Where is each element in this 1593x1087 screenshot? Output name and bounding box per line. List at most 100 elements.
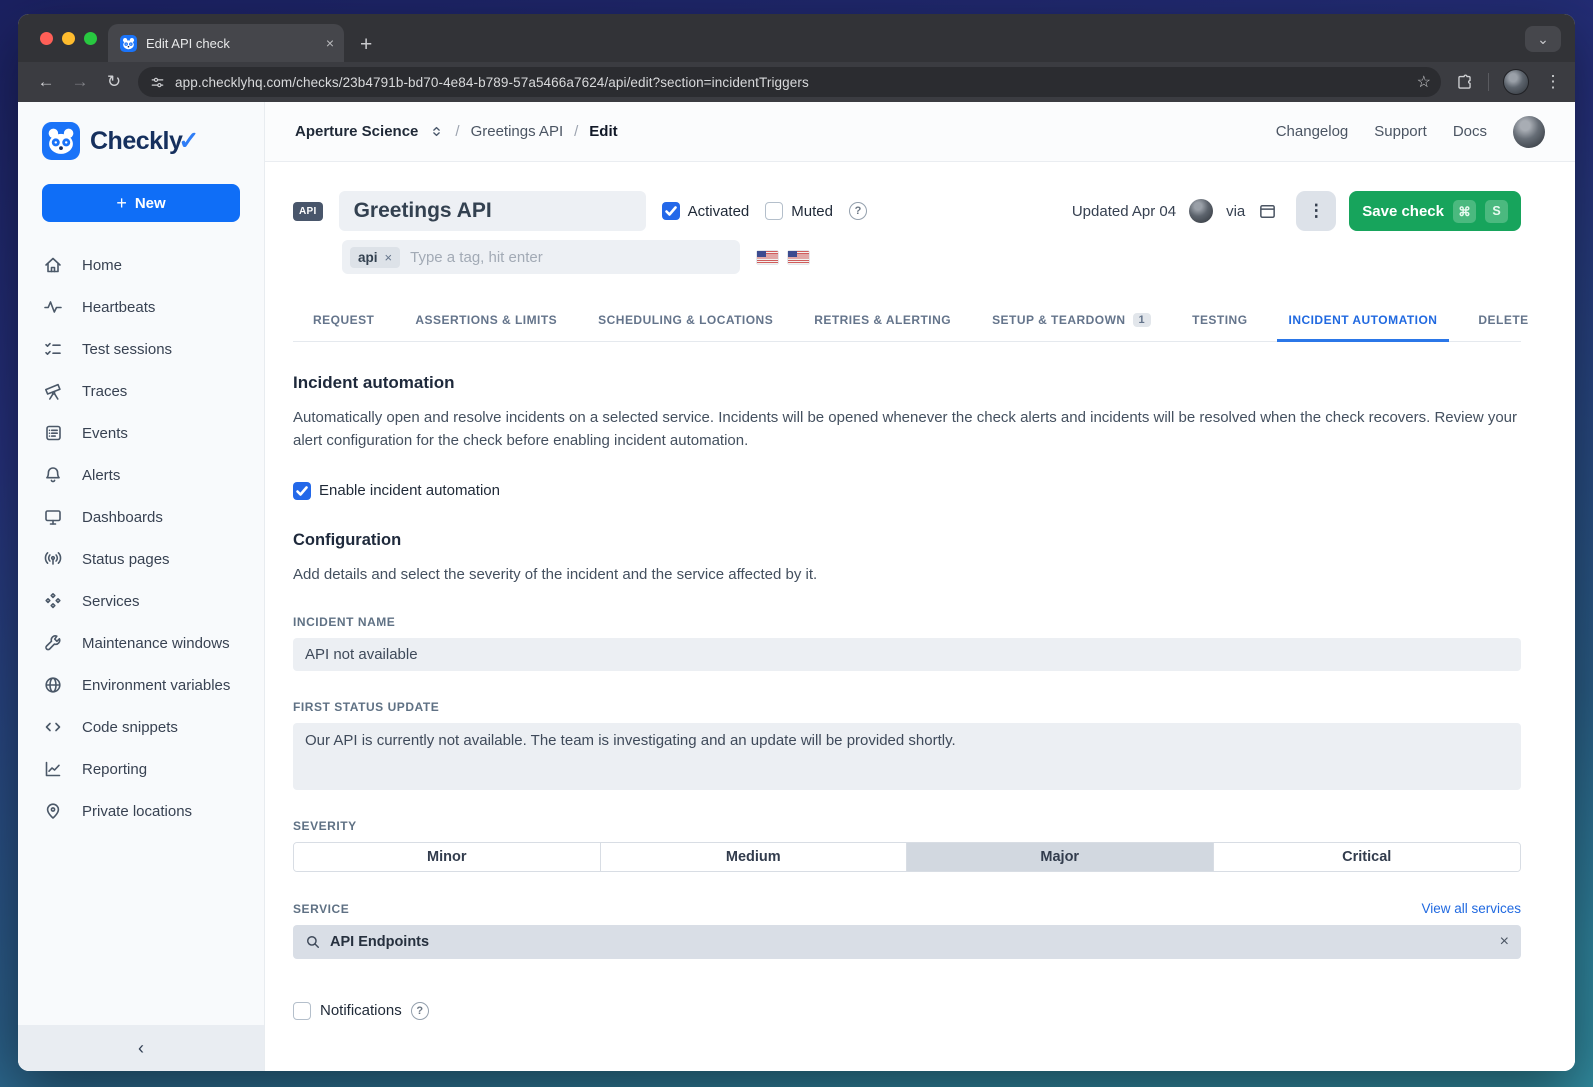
tab-delete[interactable]: DELETE — [1478, 303, 1528, 341]
sidebar-item-environment-variables[interactable]: Environment variables — [18, 664, 264, 706]
brand-check-icon: ✓ — [178, 127, 198, 155]
window-controls — [40, 32, 97, 45]
tab-setup-teardown[interactable]: SETUP & TEARDOWN 1 — [992, 303, 1151, 341]
close-window-button[interactable] — [40, 32, 53, 45]
tab-title: Edit API check — [146, 36, 317, 51]
sidebar-item-events[interactable]: Events — [18, 412, 264, 454]
sidebar-item-home[interactable]: Home — [18, 244, 264, 286]
broadcast-icon — [43, 549, 63, 569]
check-type-badge: API — [293, 202, 323, 221]
notifications-row[interactable]: Notifications ? — [293, 1002, 1521, 1020]
severity-option-medium[interactable]: Medium — [601, 843, 908, 871]
s-key-badge: S — [1485, 200, 1508, 223]
breadcrumb-account[interactable]: Aperture Science — [295, 123, 418, 140]
notifications-help-icon[interactable]: ? — [411, 1002, 429, 1020]
tab-retries-alerting[interactable]: RETRIES & ALERTING — [814, 303, 951, 341]
muted-help-icon[interactable]: ? — [849, 202, 867, 220]
site-settings-icon[interactable] — [150, 75, 165, 90]
us-flag-icon — [788, 251, 809, 264]
tag-input-box[interactable]: api × — [342, 240, 740, 274]
save-check-button[interactable]: Save check ⌘ S — [1349, 191, 1521, 231]
breadcrumb-check[interactable]: Greetings API — [471, 123, 564, 140]
forward-icon[interactable]: → — [70, 72, 90, 92]
sidebar-item-traces[interactable]: Traces — [18, 370, 264, 412]
via-browser-icon — [1258, 202, 1277, 221]
clear-service-icon[interactable]: × — [1500, 933, 1509, 951]
checklist-icon — [43, 339, 63, 359]
reload-icon[interactable]: ↻ — [104, 72, 124, 92]
url-text[interactable]: app.checklyhq.com/checks/23b4791b-bd70-4… — [175, 75, 1407, 90]
tab-request[interactable]: REQUEST — [313, 303, 374, 341]
cmd-key-badge: ⌘ — [1453, 200, 1476, 223]
severity-label: SEVERITY — [293, 819, 1521, 833]
extensions-puzzle-icon[interactable] — [1455, 73, 1474, 92]
sidebar-item-private-locations[interactable]: Private locations — [18, 790, 264, 832]
enable-incident-automation-checkbox[interactable] — [293, 482, 311, 500]
breadcrumb: Aperture Science / Greetings API / Edit — [295, 123, 618, 140]
incident-name-input[interactable] — [293, 638, 1521, 671]
monitor-icon — [43, 507, 63, 527]
minimize-window-button[interactable] — [62, 32, 75, 45]
muted-checkbox[interactable] — [765, 202, 783, 220]
tag-input[interactable] — [410, 249, 732, 266]
activated-checkbox-row[interactable]: Activated — [662, 202, 750, 220]
browser-menu-kebab-icon[interactable]: ⋮ — [1543, 72, 1563, 92]
location-pin-icon — [43, 801, 63, 821]
sidebar: Checkly✓ + New Home Heartbeats Test sess… — [18, 102, 265, 1071]
severity-option-critical[interactable]: Critical — [1214, 843, 1521, 871]
account-selector-icon[interactable] — [429, 124, 444, 139]
telescope-icon — [43, 381, 63, 401]
sidebar-item-reporting[interactable]: Reporting — [18, 748, 264, 790]
service-select-box[interactable]: × — [293, 925, 1521, 959]
breadcrumb-separator: / — [455, 123, 459, 140]
sidebar-item-heartbeats[interactable]: Heartbeats — [18, 286, 264, 328]
fullscreen-window-button[interactable] — [84, 32, 97, 45]
diamonds-icon — [43, 591, 63, 611]
top-bar: Aperture Science / Greetings API / Edit … — [265, 102, 1575, 162]
docs-link[interactable]: Docs — [1453, 123, 1487, 140]
new-tab-button[interactable]: + — [360, 34, 372, 55]
brand[interactable]: Checkly✓ — [18, 102, 264, 176]
view-all-services-link[interactable]: View all services — [1421, 901, 1521, 916]
browser-profile-avatar[interactable] — [1503, 69, 1529, 95]
home-icon — [43, 255, 63, 275]
sidebar-item-maintenance-windows[interactable]: Maintenance windows — [18, 622, 264, 664]
sidebar-item-status-pages[interactable]: Status pages — [18, 538, 264, 580]
content-area: Aperture Science / Greetings API / Edit … — [265, 102, 1575, 1071]
tab-search-chevron-icon[interactable]: ⌄ — [1525, 26, 1561, 52]
tab-incident-automation[interactable]: INCIDENT AUTOMATION — [1289, 303, 1438, 341]
back-icon[interactable]: ← — [36, 72, 56, 92]
tab-assertions-limits[interactable]: ASSERTIONS & LIMITS — [415, 303, 557, 341]
more-options-button[interactable]: ⋮ — [1296, 191, 1336, 231]
muted-checkbox-row[interactable]: Muted — [765, 202, 833, 220]
bookmark-star-icon[interactable]: ☆ — [1417, 72, 1431, 92]
sidebar-collapse-button[interactable]: ‹ — [18, 1025, 264, 1071]
activated-checkbox[interactable] — [662, 202, 680, 220]
first-status-update-textarea[interactable]: Our API is currently not available. The … — [293, 723, 1521, 790]
sidebar-item-alerts[interactable]: Alerts — [18, 454, 264, 496]
browser-tab[interactable]: Edit API check × — [108, 24, 344, 62]
wrench-icon — [43, 633, 63, 653]
tab-testing[interactable]: TESTING — [1192, 303, 1247, 341]
check-name-input[interactable] — [339, 191, 646, 231]
tab-close-icon[interactable]: × — [326, 35, 334, 51]
enable-incident-automation-row[interactable]: Enable incident automation — [293, 482, 1521, 500]
breadcrumb-page: Edit — [589, 123, 617, 140]
sidebar-item-dashboards[interactable]: Dashboards — [18, 496, 264, 538]
severity-option-major[interactable]: Major — [907, 843, 1214, 871]
tab-scheduling-locations[interactable]: SCHEDULING & LOCATIONS — [598, 303, 773, 341]
sidebar-item-services[interactable]: Services — [18, 580, 264, 622]
new-check-button[interactable]: + New — [42, 184, 240, 222]
event-list-icon — [43, 423, 63, 443]
sidebar-item-code-snippets[interactable]: Code snippets — [18, 706, 264, 748]
sidebar-item-test-sessions[interactable]: Test sessions — [18, 328, 264, 370]
user-avatar[interactable] — [1513, 116, 1545, 148]
support-link[interactable]: Support — [1374, 123, 1427, 140]
changelog-link[interactable]: Changelog — [1276, 123, 1349, 140]
service-input[interactable] — [330, 934, 1491, 950]
browser-window: Edit API check × + ⌄ ← → ↻ app.checklyhq… — [18, 14, 1575, 1071]
url-bar[interactable]: app.checklyhq.com/checks/23b4791b-bd70-4… — [138, 67, 1441, 97]
notifications-checkbox[interactable] — [293, 1002, 311, 1020]
remove-tag-icon[interactable]: × — [385, 250, 393, 265]
severity-option-minor[interactable]: Minor — [294, 843, 601, 871]
